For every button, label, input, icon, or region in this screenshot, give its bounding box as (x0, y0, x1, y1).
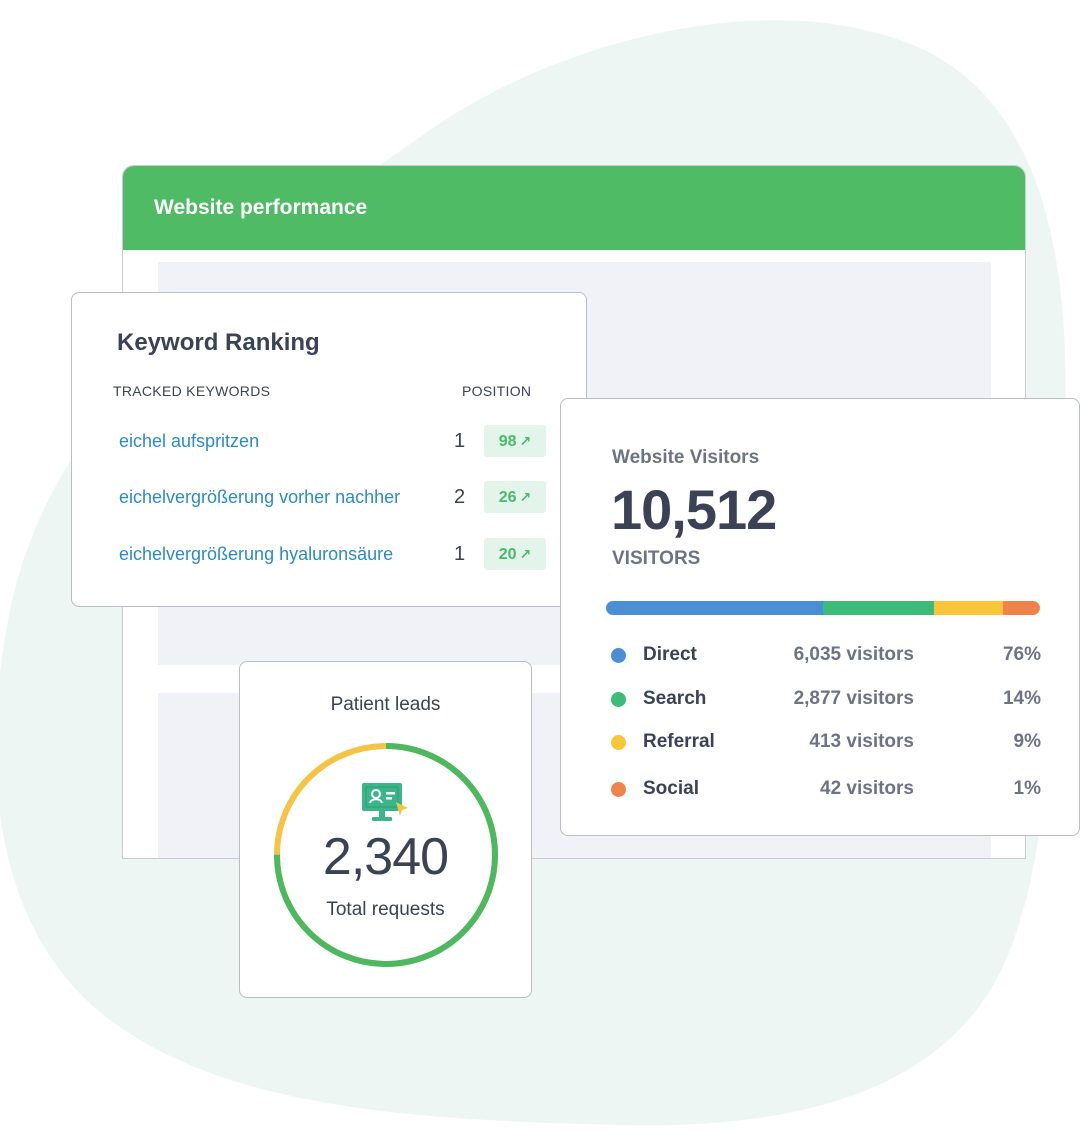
patient-leads-card: Patient leads 2,340 Total requests (239, 661, 532, 998)
bar-segment-referral (933, 601, 1004, 615)
keyword-link[interactable]: eichelvergrößerung hyaluronsäure (119, 537, 393, 571)
visitors-label: VISITORS (612, 548, 701, 569)
source-percent: 14% (1002, 688, 1041, 709)
source-name: Referral (643, 731, 715, 752)
arrow-up-right-icon: ↗ (519, 433, 532, 449)
source-row-social: Social 42 visitors 1% (561, 774, 1079, 804)
total-requests-label: Total requests (326, 899, 445, 920)
bar-segment-search (823, 601, 934, 615)
keyword-position: 1 (454, 543, 466, 565)
tracked-keywords-header: TRACKED KEYWORDS (113, 383, 271, 399)
window-title: Website performance (154, 196, 368, 219)
source-count: 42 visitors (820, 778, 914, 799)
source-count: 6,035 visitors (793, 644, 914, 665)
website-visitors-card: Website Visitors 10,512 VISITORS Direct … (560, 398, 1080, 836)
source-color-dot (611, 782, 626, 797)
source-name: Social (643, 778, 699, 799)
keyword-position: 1 (454, 430, 466, 452)
keyword-link[interactable]: eichel aufspritzen (119, 424, 259, 458)
keyword-row: eichelvergrößerung vorher nachher 2 26 ↗ (72, 480, 586, 514)
source-percent: 76% (1002, 644, 1041, 665)
keyword-row: eichel aufspritzen 1 98 ↗ (72, 424, 586, 458)
source-count: 413 visitors (809, 731, 914, 752)
monitor-user-icon (362, 783, 408, 821)
position-change-badge: 98 ↗ (484, 425, 546, 457)
bar-segment-social (1003, 601, 1040, 615)
bar-segment-direct (606, 601, 823, 615)
source-color-dot (611, 735, 626, 750)
source-name: Search (643, 688, 707, 709)
arrow-up-right-icon: ↗ (519, 489, 532, 505)
keyword-ranking-card: Keyword Ranking TRACKED KEYWORDS POSITIO… (71, 292, 587, 607)
position-change-value: 98 (498, 433, 517, 450)
source-count: 2,877 visitors (793, 688, 914, 709)
keyword-ranking-title: Keyword Ranking (117, 329, 320, 356)
position-change-badge: 20 ↗ (484, 538, 546, 570)
source-color-dot (611, 648, 626, 663)
arrow-up-right-icon: ↗ (519, 546, 532, 562)
visitors-total: 10,512 (611, 478, 777, 541)
window-header: Website performance (123, 166, 1025, 250)
keyword-link[interactable]: eichelvergrößerung vorher nachher (119, 480, 400, 514)
visitors-source-bar (606, 601, 1040, 615)
keyword-position: 2 (454, 486, 466, 508)
source-name: Direct (643, 644, 697, 665)
keyword-row: eichelvergrößerung hyaluronsäure 1 20 ↗ (72, 537, 586, 571)
patient-leads-title: Patient leads (330, 694, 441, 715)
source-row-referral: Referral 413 visitors 9% (561, 727, 1079, 757)
position-header: POSITION (462, 383, 532, 399)
visitors-title: Website Visitors (612, 447, 760, 468)
source-row-direct: Direct 6,035 visitors 76% (561, 640, 1079, 670)
source-percent: 9% (1013, 731, 1041, 752)
position-change-badge: 26 ↗ (484, 481, 546, 513)
source-row-search: Search 2,877 visitors 14% (561, 684, 1079, 714)
source-percent: 1% (1013, 778, 1041, 799)
position-change-value: 26 (498, 489, 517, 506)
position-change-value: 20 (498, 546, 517, 563)
source-color-dot (611, 692, 626, 707)
total-requests-value: 2,340 (322, 828, 449, 886)
